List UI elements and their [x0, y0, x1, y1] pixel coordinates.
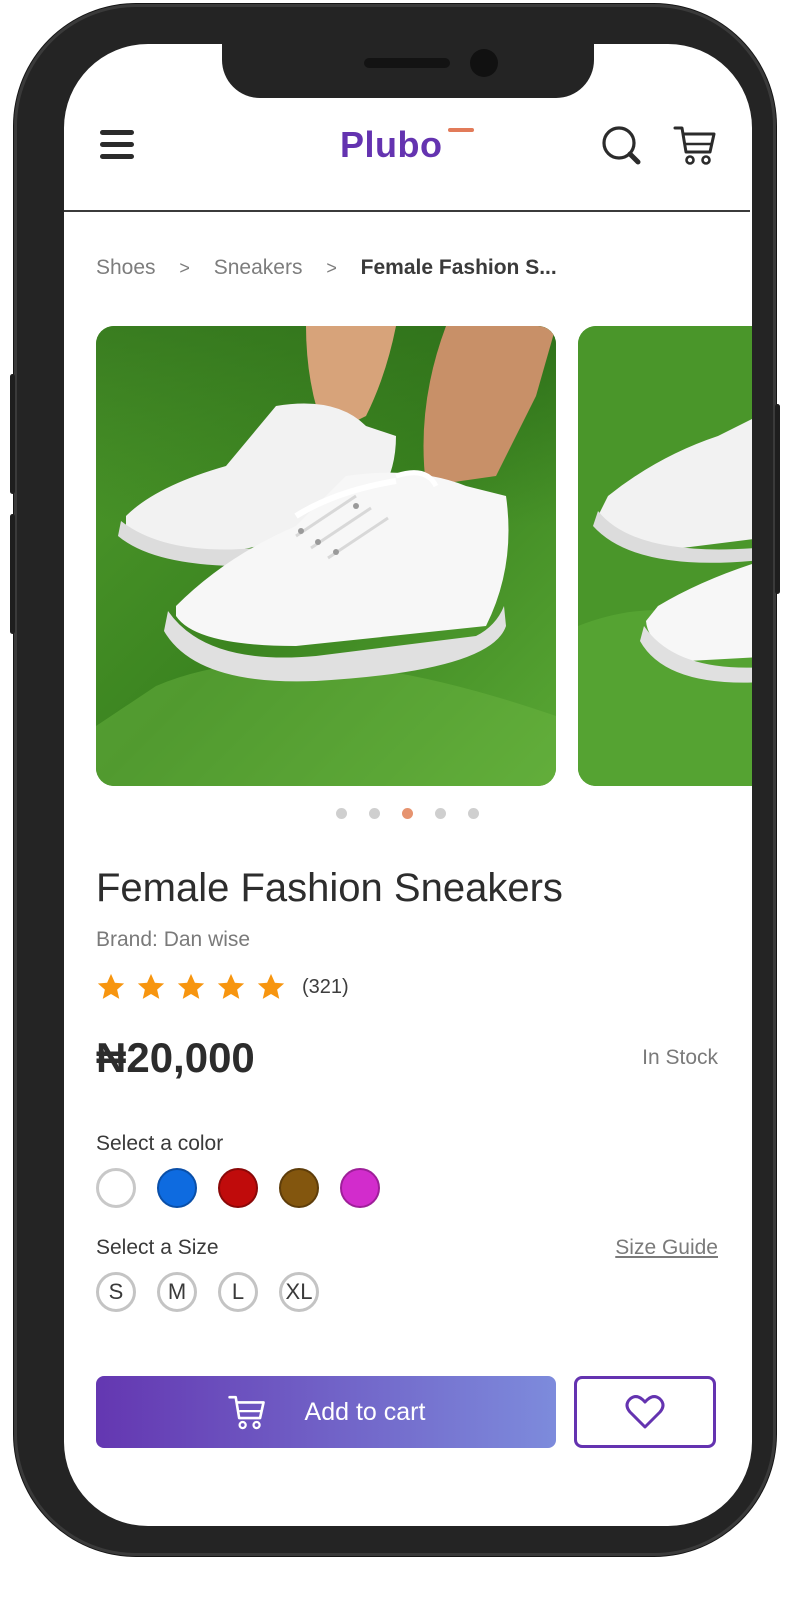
logo[interactable]: Plubo [340, 124, 442, 166]
pagination-dot[interactable] [468, 808, 479, 819]
search-icon[interactable] [600, 124, 644, 168]
volume-up-button [10, 374, 15, 494]
pagination-dot[interactable] [369, 808, 380, 819]
star-icon [137, 973, 165, 999]
gallery-pagination [336, 808, 479, 819]
color-swatch-white[interactable] [96, 1168, 136, 1208]
size-label: Select a Size [96, 1236, 219, 1259]
wishlist-button[interactable] [574, 1376, 716, 1448]
screen: Plubo Shoes > Sneakers > Female Fashion … [64, 44, 752, 1526]
cart-icon [227, 1395, 265, 1430]
stock-status: In Stock [642, 1046, 718, 1069]
top-nav: Plubo [64, 100, 750, 212]
color-label: Select a color [96, 1132, 224, 1155]
product-brand: Brand: Dan wise [96, 928, 251, 951]
breadcrumb-separator: > [326, 258, 337, 278]
pagination-dot[interactable] [336, 808, 347, 819]
size-options: S M L XL [96, 1272, 319, 1312]
color-swatch-blue[interactable] [157, 1168, 197, 1208]
product-rating: (321) [96, 972, 349, 1002]
sneaker-photo [96, 326, 556, 786]
color-options [96, 1168, 380, 1208]
product-image-main[interactable] [96, 326, 556, 786]
power-button [775, 404, 780, 594]
add-to-cart-label: Add to cart [304, 1397, 426, 1426]
product-title: Female Fashion Sneakers [96, 866, 563, 910]
review-count[interactable]: (321) [302, 976, 349, 999]
size-option-m[interactable]: M [157, 1272, 197, 1312]
size-guide-link[interactable]: Size Guide [615, 1236, 718, 1260]
breadcrumb-separator: > [179, 258, 190, 278]
size-option-l[interactable]: L [218, 1272, 258, 1312]
cart-icon[interactable] [672, 122, 718, 168]
color-swatch-red[interactable] [218, 1168, 258, 1208]
breadcrumb-item-current: Female Fashion S... [360, 256, 557, 279]
star-icon [177, 973, 205, 999]
star-icon [257, 973, 285, 999]
product-image-next[interactable] [578, 326, 752, 786]
breadcrumb-item-sneakers[interactable]: Sneakers [214, 256, 303, 279]
star-icon [217, 973, 245, 999]
add-to-cart-button[interactable]: Add to cart [96, 1376, 556, 1448]
speaker [364, 58, 450, 68]
product-price: ₦20,000 [96, 1034, 255, 1081]
size-option-s[interactable]: S [96, 1272, 136, 1312]
hamburger-menu-icon[interactable] [100, 130, 134, 160]
breadcrumb: Shoes > Sneakers > Female Fashion S... [96, 256, 557, 280]
volume-down-button [10, 514, 15, 634]
front-camera [470, 49, 498, 77]
phone-frame: Plubo Shoes > Sneakers > Female Fashion … [10, 4, 780, 1556]
color-swatch-brown[interactable] [279, 1168, 319, 1208]
notch [222, 44, 594, 98]
breadcrumb-item-shoes[interactable]: Shoes [96, 256, 156, 279]
pagination-dot[interactable] [435, 808, 446, 819]
logo-accent [448, 128, 474, 132]
heart-icon [625, 1395, 665, 1429]
pagination-dot-active[interactable] [402, 808, 413, 819]
color-swatch-magenta[interactable] [340, 1168, 380, 1208]
star-icon [97, 973, 125, 999]
sneaker-photo [578, 326, 752, 786]
size-option-xl[interactable]: XL [279, 1272, 319, 1312]
